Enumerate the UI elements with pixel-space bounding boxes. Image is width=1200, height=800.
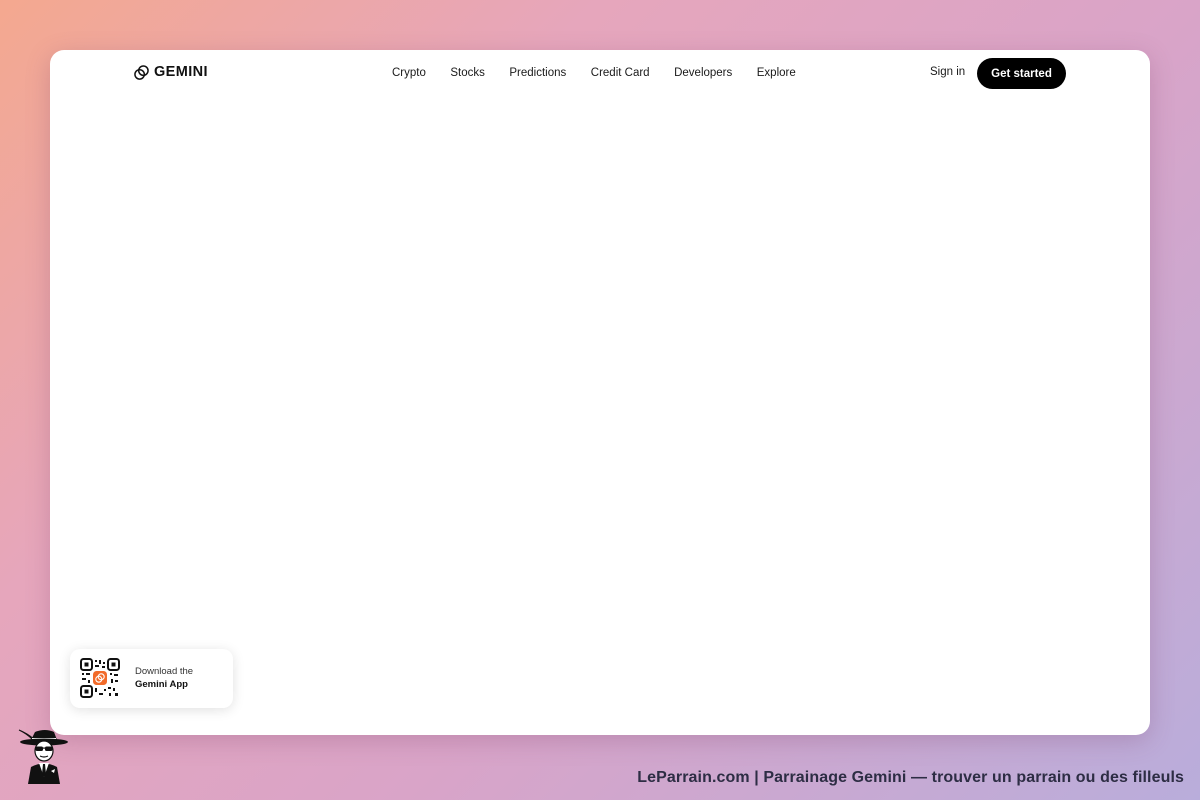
- nav-link-developers[interactable]: Developers: [674, 67, 732, 79]
- nav-link-predictions[interactable]: Predictions: [509, 67, 566, 79]
- browser-window: GEMINI Crypto Stocks Predictions Credit …: [50, 50, 1150, 735]
- nav-link-credit-card[interactable]: Credit Card: [591, 67, 650, 79]
- qr-code-icon: [80, 658, 120, 698]
- gemini-logo[interactable]: GEMINI: [134, 64, 208, 80]
- download-app-card[interactable]: Download the Gemini App: [70, 649, 233, 708]
- app-card-text: Download the Gemini App: [135, 665, 193, 691]
- app-card-line1: Download the: [135, 666, 194, 677]
- main-nav: Crypto Stocks Predictions Credit Card De…: [392, 67, 796, 79]
- app-card-line2: Gemini App: [135, 679, 188, 690]
- parrain-mascot-icon: [18, 729, 68, 784]
- sign-in-link[interactable]: Sign in: [930, 66, 965, 78]
- get-started-button[interactable]: Get started: [977, 58, 1066, 89]
- gemini-logo-icon: [134, 64, 149, 80]
- brand-name: GEMINI: [154, 64, 208, 80]
- footer-caption: LeParrain.com | Parrainage Gemini — trou…: [637, 769, 1184, 786]
- nav-link-explore[interactable]: Explore: [757, 67, 796, 79]
- nav-link-stocks[interactable]: Stocks: [450, 67, 485, 79]
- site-header: GEMINI Crypto Stocks Predictions Credit …: [50, 50, 1150, 98]
- nav-link-crypto[interactable]: Crypto: [392, 67, 426, 79]
